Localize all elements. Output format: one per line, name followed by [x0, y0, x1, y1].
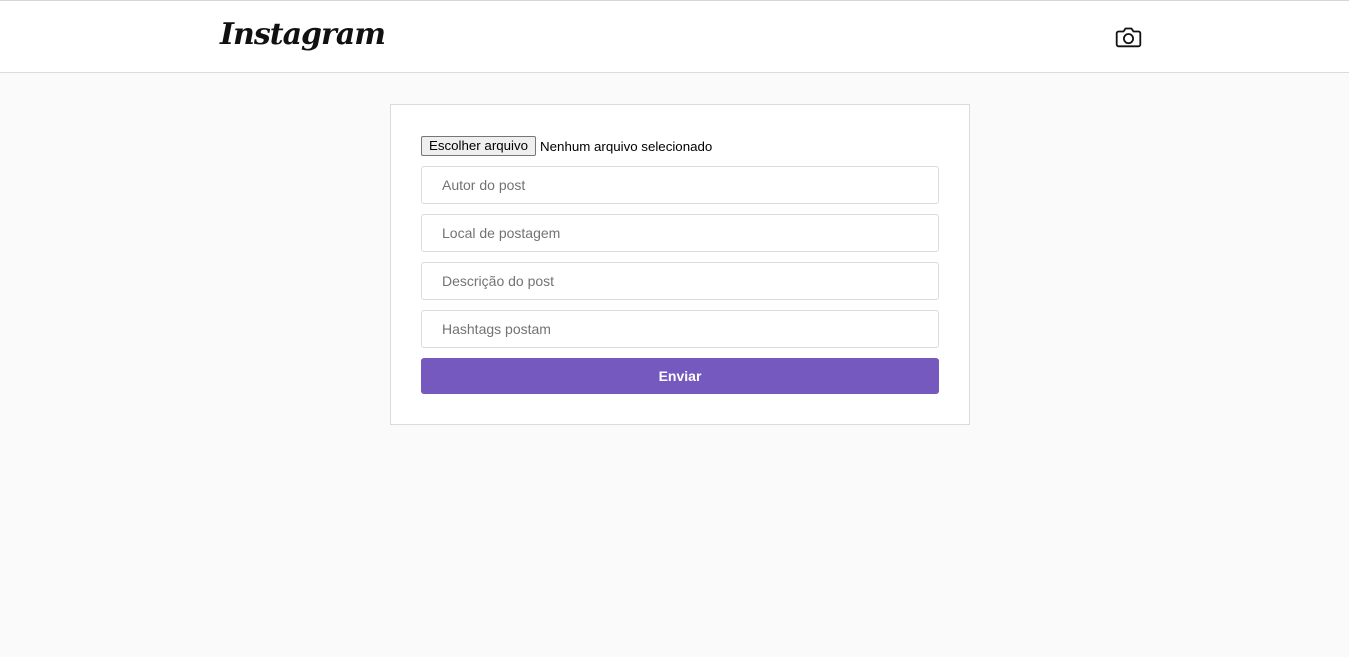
hashtags-input[interactable]	[421, 310, 939, 348]
location-input[interactable]	[421, 214, 939, 252]
choose-file-button[interactable]: Escolher arquivo	[421, 136, 537, 156]
instagram-logo[interactable]: Instagram	[220, 15, 386, 55]
description-input[interactable]	[421, 262, 939, 300]
file-picker: Escolher arquivo Nenhum arquivo selecion…	[421, 136, 712, 156]
top-navbar: Instagram	[0, 1, 1349, 73]
file-status-text: Nenhum arquivo selecionado	[540, 138, 713, 154]
author-input[interactable]	[421, 166, 939, 204]
new-post-card: Escolher arquivo Nenhum arquivo selecion…	[390, 104, 970, 425]
camera-icon[interactable]	[1115, 25, 1142, 49]
submit-button[interactable]: Enviar	[421, 358, 939, 394]
